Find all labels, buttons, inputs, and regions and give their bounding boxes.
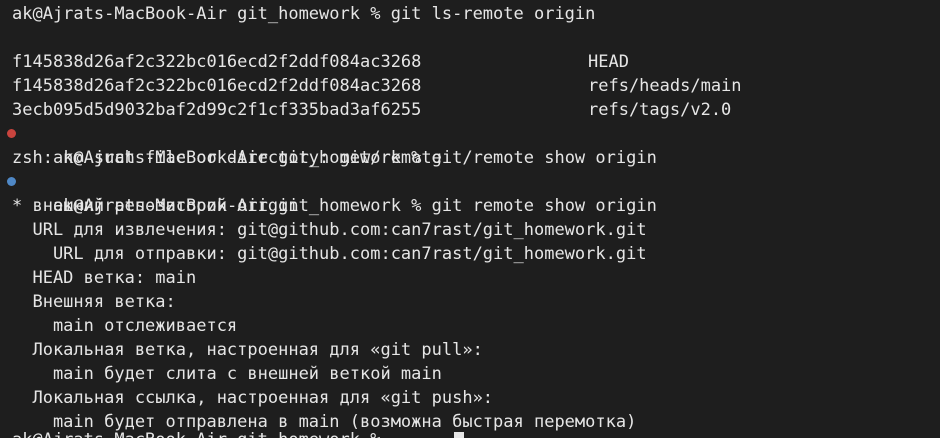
output-line: HEAD ветка: main bbox=[12, 268, 197, 288]
output-line: URL для извлечения: git@github.com:can7r… bbox=[12, 220, 647, 240]
output-line: main будет слита с внешней веткой main bbox=[12, 364, 442, 384]
text-cursor bbox=[454, 432, 464, 438]
ref-hash: 3ecb095d5d9032baf2d99c2f1cf335bad3af6255 bbox=[12, 100, 422, 120]
error-output-line: zsh: no such file or directory: git/remo… bbox=[12, 148, 442, 168]
error-status-dot-icon bbox=[7, 129, 16, 138]
success-status-dot-icon bbox=[7, 177, 16, 186]
ref-name: HEAD bbox=[588, 52, 629, 72]
output-line: * внешний репозиторий origin bbox=[12, 196, 299, 216]
ref-name: refs/tags/v2.0 bbox=[588, 100, 732, 120]
ref-hash: f145838d26af2c322bc016ecd2f2ddf084ac3268 bbox=[12, 52, 422, 72]
terminal-window[interactable]: ak@Ajrats-MacBook-Air git_homework % git… bbox=[0, 0, 940, 438]
current-prompt-line[interactable]: ak@Ajrats-MacBook-Air git_homework % bbox=[12, 428, 391, 438]
prompt-line-remote-show: ak@Ajrats-MacBook-Air git_homework % git… bbox=[7, 170, 657, 216]
prompt-line-ls-remote: ak@Ajrats-MacBook-Air git_homework % git… bbox=[12, 4, 596, 24]
ref-hash: f145838d26af2c322bc016ecd2f2ddf084ac3268 bbox=[12, 76, 422, 96]
output-line: URL для отправки: git@github.com:can7ras… bbox=[12, 244, 647, 264]
prompt-line-failed-command: ak@Ajrats-MacBook-Air git_homework % git… bbox=[7, 122, 657, 168]
output-line: Внешняя ветка: bbox=[12, 292, 176, 312]
output-line: main отслеживается bbox=[12, 316, 238, 336]
output-line: Локальная ветка, настроенная для «git pu… bbox=[12, 340, 483, 360]
ref-name: refs/heads/main bbox=[588, 76, 742, 96]
output-line: Локальная ссылка, настроенная для «git p… bbox=[12, 388, 494, 408]
